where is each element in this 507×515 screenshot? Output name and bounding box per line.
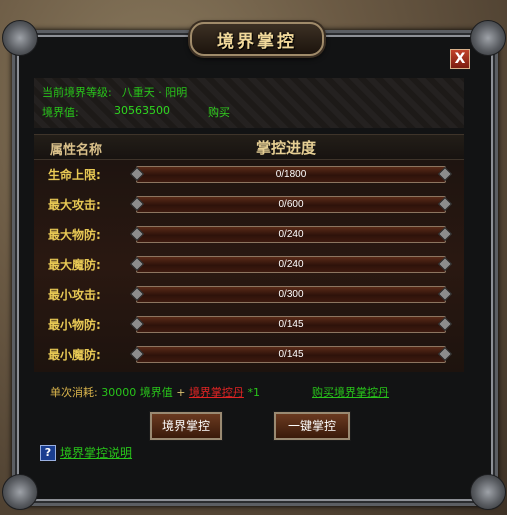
progress-header: 掌控进度 — [256, 139, 317, 157]
progress-bar: 0/300 — [129, 286, 453, 303]
attribute-row: 最小魔防: 0/145 — [34, 342, 464, 366]
progress-bar: 0/145 — [129, 316, 453, 333]
attribute-row: 最小攻击: 0/300 — [34, 282, 464, 306]
progress-text: 0/1800 — [275, 169, 307, 180]
attribute-row: 生命上限: 0/1800 — [34, 162, 464, 186]
cost-item-link[interactable]: 境界掌控丹 — [189, 386, 244, 399]
window-title: 境界掌控 — [217, 31, 297, 52]
progress-text: 0/600 — [278, 199, 304, 210]
realm-value-row: 境界值: 30563500 购买 — [42, 104, 342, 120]
realm-info-panel: 当前境界等级: 八重天 · 阳明 境界值: 30563500 购买 — [34, 78, 464, 128]
realm-value-label: 境界值: — [42, 106, 79, 119]
attribute-row: 最小物防: 0/145 — [34, 312, 464, 336]
attribute-label: 最小物防: — [48, 318, 101, 332]
attribute-row: 最大魔防: 0/240 — [34, 252, 464, 276]
progress-bar: 0/240 — [129, 226, 453, 243]
buy-item-link[interactable]: 购买境界掌控丹 — [312, 384, 389, 400]
realm-level-row: 当前境界等级: 八重天 · 阳明 — [42, 84, 187, 100]
cost-line: 单次消耗: 30000 境界值 + 境界掌控丹 *1 购买境界掌控丹 — [50, 384, 389, 400]
attribute-row: 最大物防: 0/240 — [34, 222, 464, 246]
frame-corner-ornament — [2, 20, 38, 56]
help-question-icon[interactable]: ? — [40, 444, 56, 461]
title-plate: 境界掌控 — [190, 22, 324, 56]
attribute-label: 最小魔防: — [48, 348, 101, 362]
attribute-label: 最大魔防: — [48, 258, 101, 272]
progress-bar: 0/1800 — [129, 166, 453, 183]
cost-plus: + — [176, 386, 186, 399]
realm-level-label: 当前境界等级: — [42, 86, 112, 99]
frame-corner-ornament — [470, 20, 506, 56]
progress-text: 0/300 — [278, 289, 304, 300]
table-header: 属性名称 掌控进度 — [34, 134, 464, 160]
progress-bar: 0/145 — [129, 346, 453, 363]
progress-text: 0/240 — [278, 259, 304, 270]
realm-level-value: 八重天 · 阳明 — [121, 86, 188, 99]
frame-corner-ornament — [2, 474, 38, 510]
attribute-label: 最大攻击: — [48, 198, 101, 212]
buy-link[interactable]: 购买 — [208, 104, 230, 120]
help-link[interactable]: 境界掌控说明 — [60, 446, 132, 460]
progress-bar: 0/600 — [129, 196, 453, 213]
attribute-row: 最大攻击: 0/600 — [34, 192, 464, 216]
progress-text: 0/240 — [278, 229, 304, 240]
realm-value-number: 30563500 — [114, 104, 170, 117]
cost-label: 单次消耗: — [50, 386, 98, 399]
progress-text: 0/145 — [278, 319, 304, 330]
attribute-label: 最大物防: — [48, 228, 101, 242]
cost-unit: 境界值 — [139, 386, 173, 399]
attribute-name-header: 属性名称 — [50, 143, 103, 158]
help-row: ? 境界掌控说明 — [40, 444, 132, 461]
frame-corner-ornament — [470, 474, 506, 510]
cost-amount: 30000 — [101, 386, 137, 399]
attribute-label: 生命上限: — [48, 168, 101, 182]
cost-multiplier: *1 — [247, 386, 260, 399]
close-button[interactable]: X — [450, 49, 470, 69]
one-click-control-button[interactable]: 一键掌控 — [274, 412, 350, 440]
progress-bar: 0/240 — [129, 256, 453, 273]
progress-text: 0/145 — [278, 349, 304, 360]
attribute-label: 最小攻击: — [48, 288, 101, 302]
attribute-list: 生命上限: 0/1800 最大攻击: 0/600 最大物防: 0/240 最大魔… — [34, 160, 464, 372]
realm-control-button[interactable]: 境界掌控 — [150, 412, 222, 440]
